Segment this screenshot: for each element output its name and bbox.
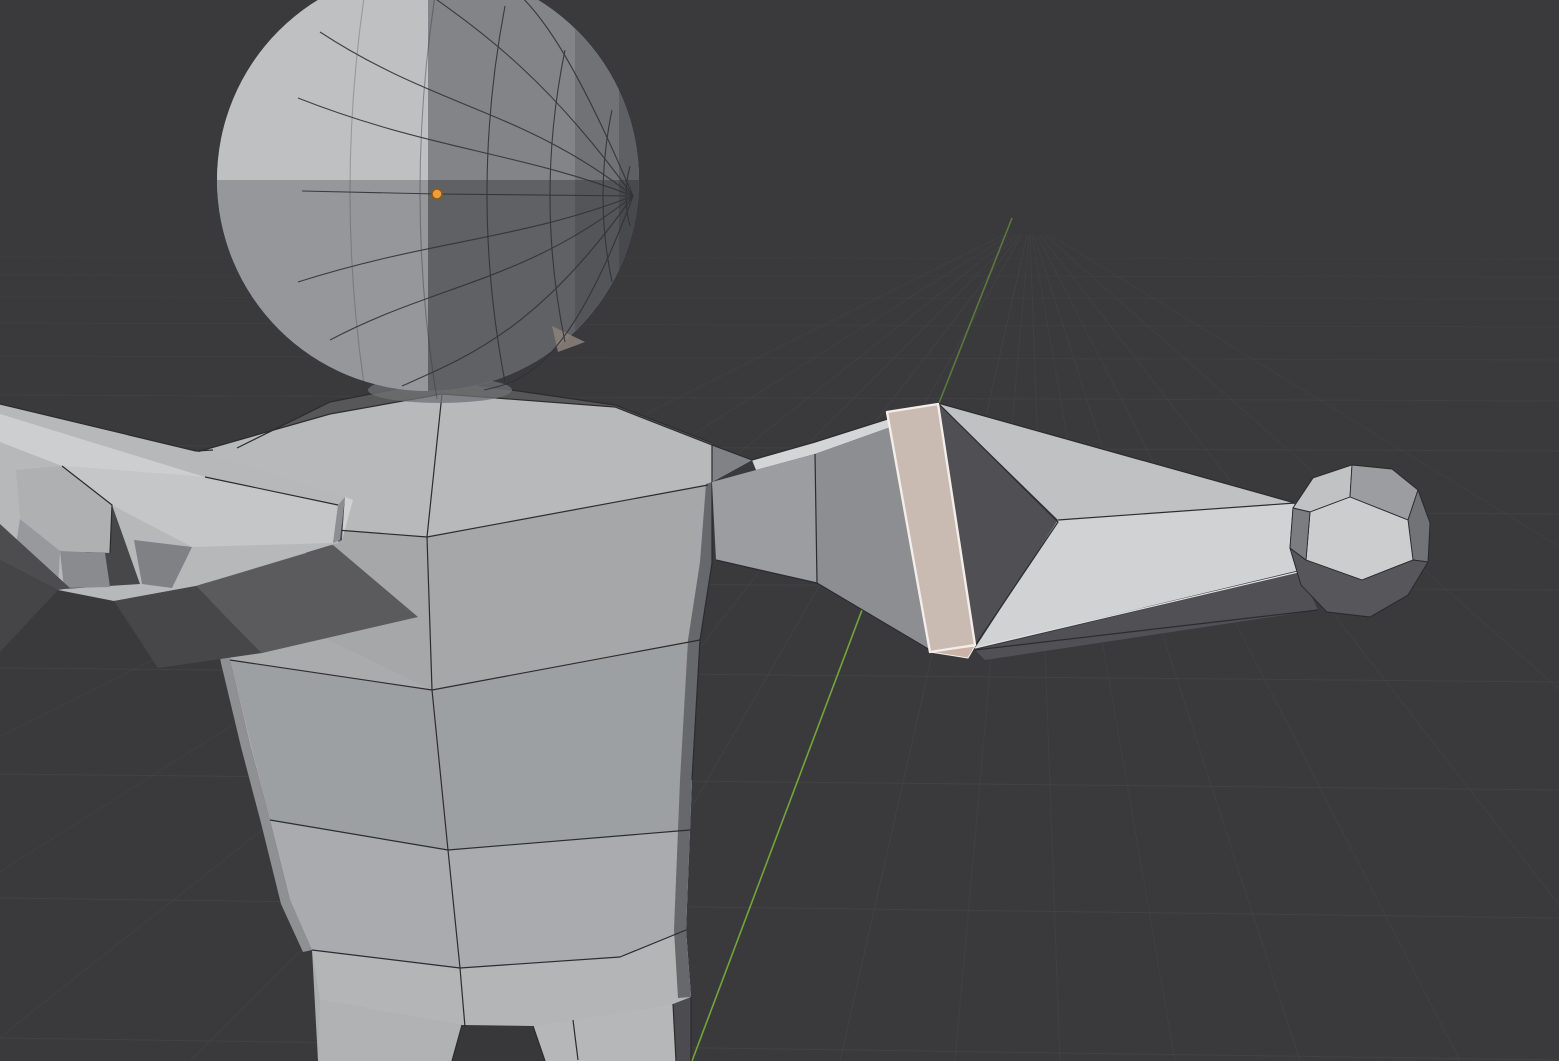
viewport-canvas[interactable] [0,0,1559,1061]
object-origin-dot[interactable] [432,189,442,199]
3d-viewport[interactable] [0,0,1559,1061]
right-fist[interactable] [1290,465,1430,617]
